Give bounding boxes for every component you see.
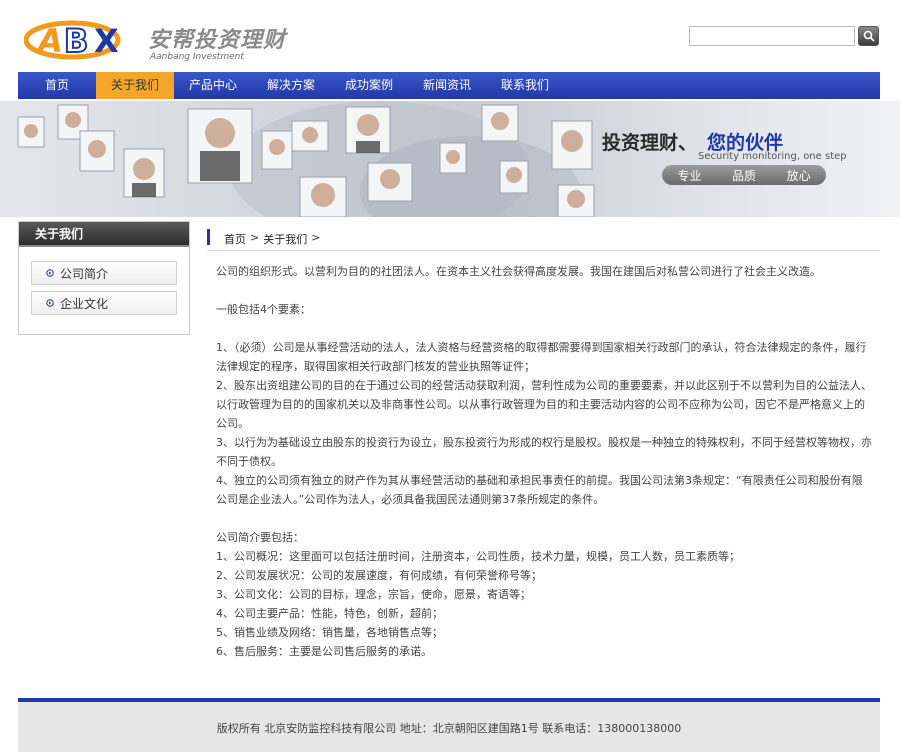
article-paragraph: 1、（必须）公司是从事经营活动的法人，法人资格与经营资格的取得都需要得到国家相关… xyxy=(216,341,867,373)
sidebar-item-corporate-culture[interactable]: 企业文化 xyxy=(31,291,177,315)
nav-item-products[interactable]: 产品中心 xyxy=(174,72,252,99)
nav-item-solutions[interactable]: 解决方案 xyxy=(252,72,330,99)
banner-subtitle: Security monitoring, one step xyxy=(698,151,847,162)
article-paragraph: 公司简介要包括： xyxy=(216,531,304,544)
sidebar-title: 关于我们 xyxy=(19,222,189,247)
banner-tag-assurance: 放心 xyxy=(786,168,811,183)
article-paragraph: 1、公司概况：这里面可以包括注册时间，注册资本，公司性质，技术力量，规模，员工人… xyxy=(216,550,740,563)
breadcrumb-marker xyxy=(207,229,210,245)
breadcrumb-current[interactable]: 关于我们 xyxy=(263,231,307,247)
bullet-icon xyxy=(46,269,54,277)
banner-slogan-primary: 投资理财、 xyxy=(602,132,698,154)
breadcrumb-bar: 首页 > 关于我们 > xyxy=(207,227,880,251)
article-paragraph: 4、公司主要产品：性能，特色，创新，超前； xyxy=(216,607,443,620)
nav-item-news[interactable]: 新闻资讯 xyxy=(408,72,486,99)
svg-text:A: A xyxy=(35,22,63,60)
svg-text:X: X xyxy=(94,22,119,60)
article-paragraph: 公司的组织形式。以营利为目的的社团法人。在资本主义社会获得高度发展。我国在建国后… xyxy=(216,265,821,278)
abx-logo-mark: A B X xyxy=(24,20,121,61)
sidebar: 关于我们 公司简介 企业文化 xyxy=(18,221,190,335)
site-logo[interactable]: A B X 安帮投资理财 Aanbang Investment xyxy=(24,18,304,66)
logo-chinese-name: 安帮投资理财 xyxy=(148,27,287,53)
breadcrumb-separator: > xyxy=(250,231,260,244)
sidebar-item-company-profile[interactable]: 公司简介 xyxy=(31,261,177,285)
nav-item-home[interactable]: 首页 xyxy=(18,72,96,99)
banner-tags: 专业 品质 放心 xyxy=(662,165,826,185)
hero-banner: 投资理财、 您的伙伴 Security monitoring, one step… xyxy=(0,101,900,217)
site-header: A B X 安帮投资理财 Aanbang Investment xyxy=(0,0,900,72)
article-paragraph: 2、公司发展状况：公司的发展速度，有何成绩，有何荣誉称号等； xyxy=(216,569,542,582)
nav-item-about[interactable]: 关于我们 xyxy=(96,72,174,99)
main-nav: 首页 关于我们 产品中心 解决方案 成功案例 新闻资讯 联系我们 xyxy=(18,72,880,99)
breadcrumb-separator: > xyxy=(311,231,321,244)
breadcrumb: 首页 > 关于我们 > xyxy=(224,231,320,247)
article-paragraph: 6、售后服务：主要是公司售后服务的承诺。 xyxy=(216,645,432,658)
nav-item-cases[interactable]: 成功案例 xyxy=(330,72,408,99)
sidebar-item-label: 公司简介 xyxy=(60,266,109,281)
sidebar-list: 公司简介 企业文化 xyxy=(19,247,189,315)
article-paragraph: 5、销售业绩及网络：销售量，各地销售点等； xyxy=(216,626,443,639)
article-paragraph: 3、公司文化：公司的目标，理念，宗旨，使命，愿景，寄语等； xyxy=(216,588,531,601)
nav-item-contact[interactable]: 联系我们 xyxy=(486,72,564,99)
site-footer: 版权所有 北京安防监控科技有限公司 地址：北京朝阳区建国路1号 联系电话：138… xyxy=(18,702,880,752)
svg-text:B: B xyxy=(64,22,88,60)
banner-tag-professional: 专业 xyxy=(677,168,702,183)
breadcrumb-home-link[interactable]: 首页 xyxy=(224,231,246,247)
banner-tag-quality: 品质 xyxy=(731,168,756,183)
sidebar-item-label: 企业文化 xyxy=(60,296,109,311)
article-paragraph: 2、股东出资组建公司的目的在于通过公司的经营活动获取利润，营利性成为公司的重要要… xyxy=(216,379,872,430)
bullet-icon xyxy=(46,299,54,307)
logo-english-name: Aanbang Investment xyxy=(150,52,244,62)
search-input[interactable] xyxy=(689,26,855,46)
search-icon xyxy=(863,30,875,42)
footer-copyright: 版权所有 北京安防监控科技有限公司 地址：北京朝阳区建国路1号 联系电话：138… xyxy=(216,722,682,735)
article-paragraph: 4、独立的公司须有独立的财产作为其从事经营活动的基础和承担民事责任的前提。我国公… xyxy=(216,474,863,506)
article-paragraph: 3、以行为为基础设立由股东的投资行为设立，股东投资行为形成的权行是股权。股权是一… xyxy=(216,436,872,468)
search-button[interactable] xyxy=(858,26,879,46)
article-paragraph: 一般包括4个要素： xyxy=(216,303,311,316)
article-body: 公司的组织形式。以营利为目的的社团法人。在资本主义社会获得高度发展。我国在建国后… xyxy=(216,262,872,661)
